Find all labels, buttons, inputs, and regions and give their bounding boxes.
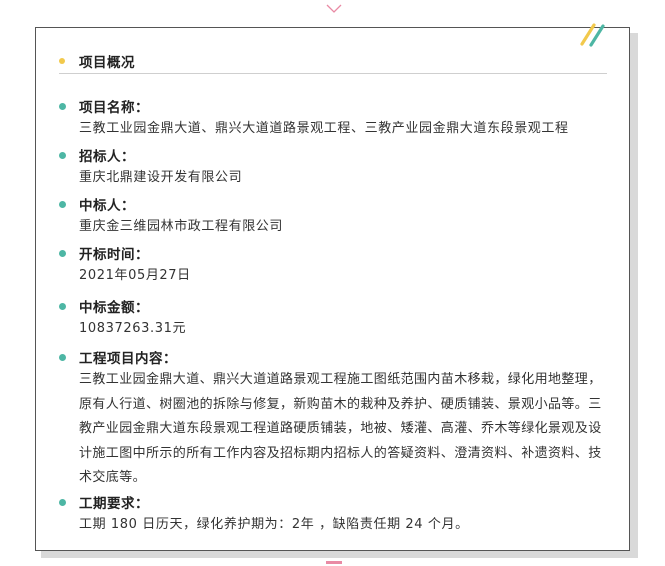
item-bid-opening-time: 开标时间： 2021年05月27日 <box>59 242 619 288</box>
bullet-icon <box>59 498 66 506</box>
tenderer-value: 重庆北鼎建设开发有限公司 <box>79 170 243 185</box>
winning-amount-value: 10837263.31元 <box>79 321 187 336</box>
bid-opening-time-value: 2021年05月27日 <box>79 268 191 283</box>
winning-bidder-value: 重庆金三维园林市政工程有限公司 <box>79 219 284 234</box>
bottom-accent-mark <box>326 561 342 564</box>
section-title: 项目概况 <box>79 55 135 71</box>
bullet-icon <box>59 102 66 110</box>
page: 项目概况 项目名称： 三教工业园金鼎大道、鼎兴大道道路景观工程、三教产业园金鼎大… <box>0 0 665 566</box>
bullet-icon <box>59 151 66 159</box>
schedule-requirement-value: 工期 180 日历天，绿化养护期为：2年 ，缺陷责任期 24 个月。 <box>79 517 469 532</box>
item-winning-bidder: 中标人： 重庆金三维园林市政工程有限公司 <box>59 193 619 239</box>
item-label-row: 招标人： <box>59 144 619 166</box>
winning-amount-label: 中标金额： <box>79 300 149 316</box>
chevron-down-icon <box>326 4 342 13</box>
bullet-icon <box>59 353 66 361</box>
bid-opening-time-label: 开标时间： <box>79 247 149 263</box>
item-label-row: 项目名称： <box>59 95 619 117</box>
item-project-name: 项目名称： 三教工业园金鼎大道、鼎兴大道道路景观工程、三教产业园金鼎大道东段景观… <box>59 95 619 141</box>
bullet-icon <box>59 249 66 257</box>
tenderer-label: 招标人： <box>79 149 135 165</box>
project-name-label: 项目名称： <box>79 100 149 116</box>
project-name-value: 三教工业园金鼎大道、鼎兴大道道路景观工程、三教产业园金鼎大道东段景观工程 <box>79 121 569 136</box>
item-project-content: 工程项目内容： 三教工业园金鼎大道、鼎兴大道道路景观工程施工图纸范围内苗木移栽，… <box>59 346 619 491</box>
decorative-stripes-icon <box>580 23 605 47</box>
item-label-row: 中标金额： <box>59 295 619 317</box>
section-header: 项目概况 <box>59 50 135 72</box>
item-tenderer: 招标人： 重庆北鼎建设开发有限公司 <box>59 144 619 190</box>
item-label-row: 开标时间： <box>59 242 619 264</box>
item-label-row: 工程项目内容： <box>59 346 619 368</box>
bullet-icon <box>59 302 66 310</box>
project-content-value: 三教工业园金鼎大道、鼎兴大道道路景观工程施工图纸范围内苗木移栽，绿化用地整理，原… <box>79 372 602 486</box>
item-winning-amount: 中标金额： 10837263.31元 <box>59 295 619 341</box>
schedule-requirement-label: 工期要求： <box>79 496 149 512</box>
item-schedule-requirement: 工期要求： 工期 180 日历天，绿化养护期为：2年 ，缺陷责任期 24 个月。 <box>59 491 619 537</box>
item-label-row: 中标人： <box>59 193 619 215</box>
header-dot-icon <box>59 58 65 64</box>
winning-bidder-label: 中标人： <box>79 198 135 214</box>
item-label-row: 工期要求： <box>59 491 619 513</box>
project-content-label: 工程项目内容： <box>79 351 177 367</box>
header-divider <box>59 73 607 74</box>
bullet-icon <box>59 200 66 208</box>
